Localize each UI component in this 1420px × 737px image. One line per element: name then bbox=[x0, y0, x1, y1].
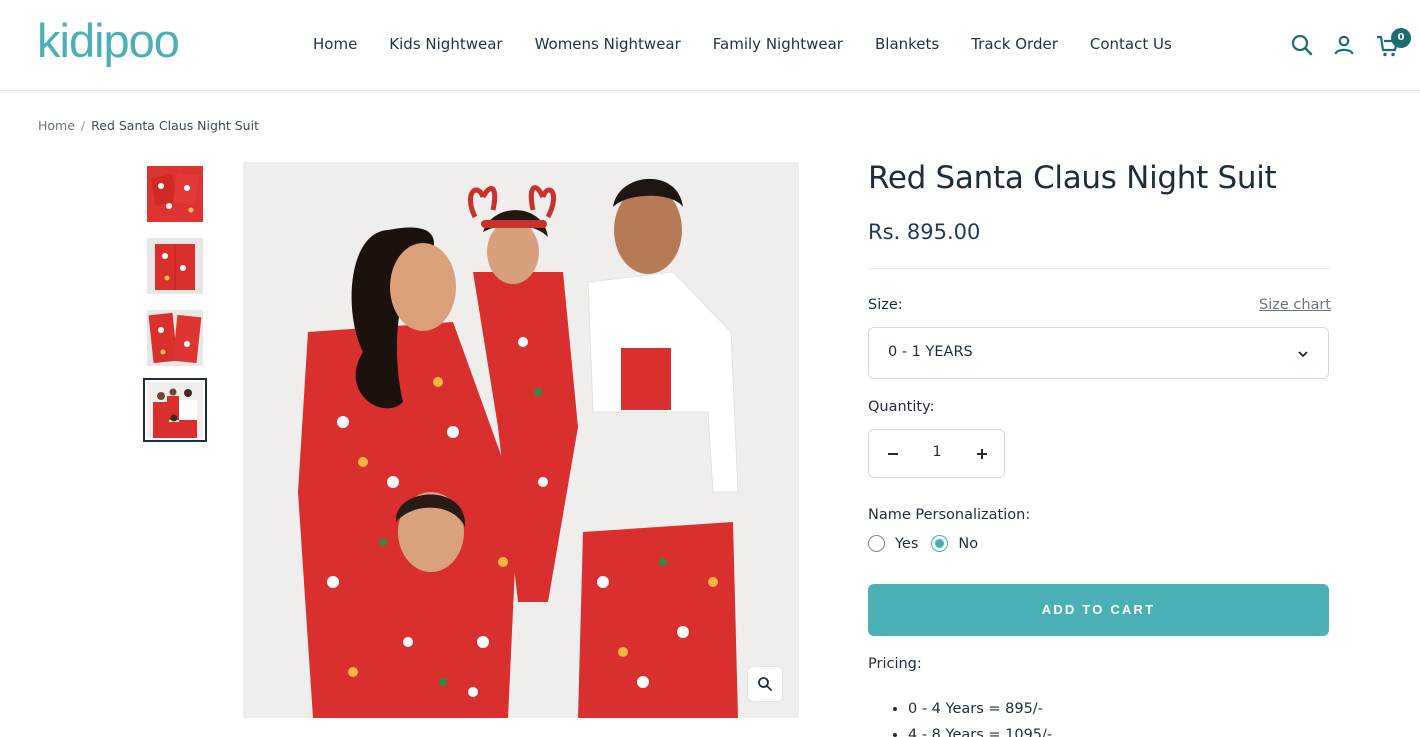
plus-icon bbox=[977, 449, 987, 459]
size-select[interactable]: 0 - 1 YEARS bbox=[868, 327, 1329, 379]
zoom-icon bbox=[758, 677, 772, 691]
nav-item-family-nightwear[interactable]: Family Nightwear bbox=[713, 35, 843, 53]
nav-item-track-order[interactable]: Track Order bbox=[971, 35, 1058, 53]
breadcrumb-home[interactable]: Home bbox=[38, 118, 75, 133]
zoom-button[interactable] bbox=[747, 666, 783, 702]
list-item: 0 - 4 Years = 895/- bbox=[908, 696, 1052, 722]
product-main-image[interactable] bbox=[243, 162, 799, 718]
nav-item-blankets[interactable]: Blankets bbox=[875, 35, 939, 53]
quantity-input[interactable]: 1 bbox=[919, 444, 955, 460]
size-select-value: 0 - 1 YEARS bbox=[888, 344, 973, 360]
search-icon[interactable] bbox=[1290, 33, 1314, 57]
add-to-cart-button[interactable]: ADD TO CART bbox=[868, 584, 1329, 636]
minus-icon bbox=[888, 453, 898, 455]
product-thumbnail[interactable] bbox=[147, 238, 203, 294]
chevron-down-icon bbox=[1298, 351, 1308, 358]
breadcrumb-current: Red Santa Claus Night Suit bbox=[91, 118, 259, 133]
cart-count-badge: 0 bbox=[1391, 28, 1411, 48]
personalization-option-label[interactable]: Yes bbox=[895, 536, 918, 552]
personalization-options: Yes No bbox=[868, 535, 991, 552]
pricing-list: 0 - 4 Years = 895/- 4 - 8 Years = 1095/- bbox=[908, 696, 1052, 737]
quantity-decrease-button[interactable] bbox=[881, 442, 905, 466]
product-title: Red Santa Claus Night Suit bbox=[868, 160, 1277, 196]
quantity-label: Quantity: bbox=[868, 399, 935, 415]
nav-item-contact-us[interactable]: Contact Us bbox=[1090, 35, 1172, 53]
personalization-label: Name Personalization: bbox=[868, 507, 1031, 523]
product-thumbnail[interactable] bbox=[147, 166, 203, 222]
product-thumbnail[interactable] bbox=[147, 310, 203, 366]
site-header: kidipoo Home Kids Nightwear Womens Night… bbox=[0, 0, 1420, 91]
breadcrumb-separator: / bbox=[80, 118, 86, 133]
size-chart-link[interactable]: Size chart bbox=[1259, 296, 1331, 314]
quantity-increase-button[interactable] bbox=[970, 442, 994, 466]
pricing-label: Pricing: bbox=[868, 656, 922, 672]
personalization-option-label[interactable]: No bbox=[958, 536, 978, 552]
nav-item-womens-nightwear[interactable]: Womens Nightwear bbox=[535, 35, 681, 53]
breadcrumb: Home / Red Santa Claus Night Suit bbox=[38, 118, 259, 133]
account-icon[interactable] bbox=[1332, 33, 1356, 57]
quantity-stepper: 1 bbox=[868, 429, 1005, 478]
personalization-radio-yes[interactable] bbox=[868, 535, 885, 552]
product-price: Rs. 895.00 bbox=[868, 220, 981, 244]
personalization-radio-no[interactable] bbox=[931, 535, 949, 552]
nav-item-home[interactable]: Home bbox=[313, 35, 357, 53]
brand-logo[interactable]: kidipoo bbox=[37, 16, 180, 66]
list-item: 4 - 8 Years = 1095/- bbox=[908, 722, 1052, 737]
nav-item-kids-nightwear[interactable]: Kids Nightwear bbox=[389, 35, 502, 53]
product-thumbnail-active[interactable] bbox=[143, 378, 207, 442]
main-nav: Home Kids Nightwear Womens Nightwear Fam… bbox=[313, 35, 1204, 53]
size-label: Size: bbox=[868, 297, 903, 313]
divider bbox=[868, 268, 1329, 269]
